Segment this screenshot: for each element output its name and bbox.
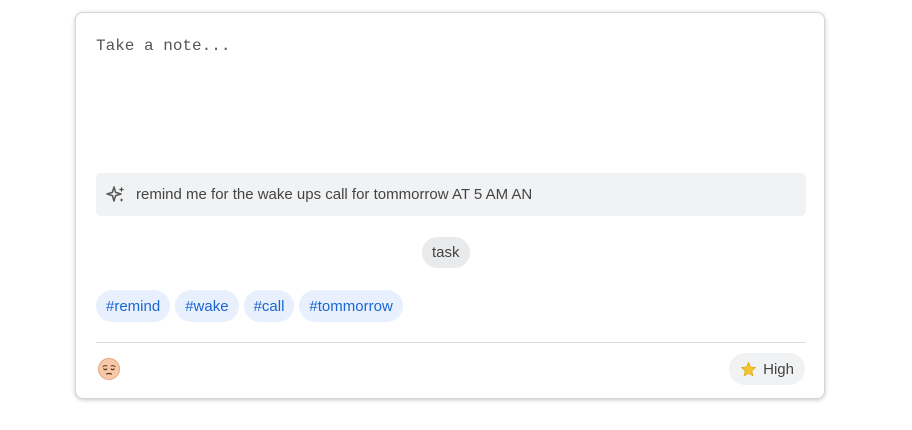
star-icon xyxy=(740,361,757,378)
pensive-face-icon xyxy=(98,358,120,380)
priority-button[interactable]: High xyxy=(729,353,805,385)
divider xyxy=(96,342,806,343)
tag-chip[interactable]: #remind xyxy=(96,290,171,322)
priority-label: High xyxy=(763,360,794,378)
tag-list: #remind #wake #call #tommorrow xyxy=(96,290,403,322)
note-input[interactable] xyxy=(96,37,796,157)
ai-suggestion-bar[interactable]: remind me for the wake ups call for tomm… xyxy=(96,173,806,216)
note-card: remind me for the wake ups call for tomm… xyxy=(75,12,825,399)
mood-button[interactable] xyxy=(97,357,121,381)
sparkle-icon xyxy=(106,185,126,205)
tag-chip[interactable]: #call xyxy=(243,290,295,322)
tag-chip[interactable]: #wake xyxy=(175,290,239,322)
category-chip[interactable]: task xyxy=(422,237,470,268)
tag-chip[interactable]: #tommorrow xyxy=(299,290,403,322)
ai-suggestion-text: remind me for the wake ups call for tomm… xyxy=(136,186,533,203)
